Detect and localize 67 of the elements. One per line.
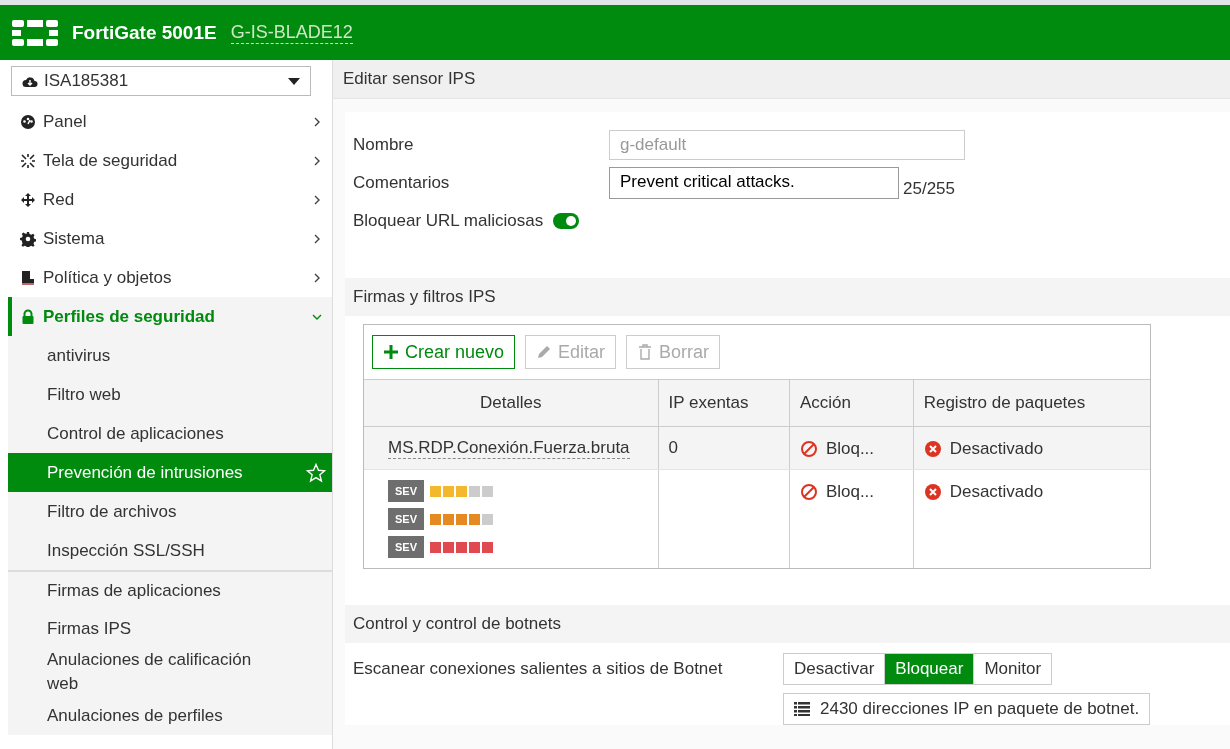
fabric-icon (20, 152, 36, 169)
column-header[interactable]: Acción (789, 380, 914, 427)
sidebar-item[interactable]: Panel (8, 102, 332, 141)
trash-icon (637, 344, 654, 360)
sidebar-subitem[interactable]: Firmas de aplicaciones (8, 570, 332, 609)
sidebar-subitem[interactable]: Prevención de intrusiones (8, 453, 332, 492)
sidebar-item[interactable]: Perfiles de seguridad (8, 297, 332, 336)
comments-field[interactable]: Prevent critical attacks. (609, 167, 899, 199)
gear-icon (20, 230, 36, 247)
caret-icon (288, 77, 300, 85)
character-count: 25/255 (903, 179, 955, 199)
block-icon (799, 482, 818, 501)
section-header: Control y control de botnets (345, 605, 1230, 643)
table-cell: 0 (658, 426, 790, 470)
field-label: Bloquear URL maliciosas (353, 211, 544, 231)
gauge-icon (20, 113, 36, 130)
sidebar-subitem[interactable]: Filtro de archivos (8, 492, 332, 531)
sidebar-subitem[interactable]: Inspección SSL/SSH (8, 531, 332, 570)
vdom-dropdown[interactable]: ISA185381 (11, 66, 311, 96)
sidebar-subitem[interactable]: Control de aplicaciones (8, 414, 332, 453)
close-circle-icon (923, 439, 942, 458)
sidebar-item[interactable]: Política y objetos (8, 258, 332, 297)
severity-badge: SEV (388, 480, 424, 502)
section-header: Firmas y filtros IPS (345, 278, 1230, 316)
list-icon (794, 702, 810, 716)
field-label: Comentarios (353, 173, 451, 193)
package-info-button[interactable]: 2430 direcciones IP en paquete de botnet. (783, 693, 1151, 725)
field-label: Nombre (353, 135, 415, 155)
column-header[interactable]: Registro de paquetes (913, 380, 1150, 427)
name-field[interactable]: g-default (609, 130, 965, 160)
column-header[interactable]: Detalles (364, 380, 658, 427)
sidebar-item[interactable]: Red (8, 180, 332, 219)
severity-badge: SEV (388, 536, 424, 558)
toolbar-button[interactable]: Crear nuevo (372, 335, 516, 369)
product-name: FortiGate 5001E (72, 21, 217, 44)
chevron-icon (312, 115, 322, 128)
chevron-icon (312, 193, 322, 206)
sidebar-subitem[interactable]: antivirus (8, 336, 332, 375)
logo-icon (12, 19, 58, 46)
action-text: Bloq... (799, 438, 875, 459)
chevron-icon (312, 232, 322, 245)
sidebar-subitem[interactable]: Filtro web (8, 375, 332, 414)
chevron-icon (312, 154, 322, 167)
chevron-icon (312, 271, 322, 284)
page-title: Editar sensor IPS (333, 60, 1230, 99)
action-text: Bloq... (799, 481, 875, 502)
packet-log-text: Desactivado (923, 481, 1044, 502)
sidebar-subitem[interactable]: Firmas IPS (8, 609, 332, 648)
severity-badge: SEV (388, 508, 424, 530)
column-header[interactable]: IP exentas (658, 380, 790, 427)
move-arrows-icon (20, 191, 36, 208)
field-label: Escanear conexiones salientes a sitios de Botnet (353, 658, 724, 680)
plus-icon (383, 344, 399, 360)
sidebar-subitem[interactable]: Anulaciones de perfiles (8, 696, 332, 735)
packet-log-text: Desactivado (923, 438, 1044, 459)
cloud-icon (22, 74, 38, 88)
close-circle-icon (923, 482, 942, 501)
sidebar-item[interactable]: Sistema (8, 219, 332, 258)
toggle-switch[interactable] (553, 213, 580, 229)
lock-icon (20, 308, 36, 325)
star-icon[interactable] (306, 462, 326, 483)
pencil-icon (536, 344, 553, 360)
sidebar-item[interactable]: Tela de seguridad (8, 141, 332, 180)
document-icon (20, 269, 36, 286)
segment-button[interactable]: Bloquear (885, 654, 975, 684)
block-icon (799, 439, 818, 458)
sidebar-subitem[interactable]: Anulaciones de calificación web (8, 648, 332, 696)
